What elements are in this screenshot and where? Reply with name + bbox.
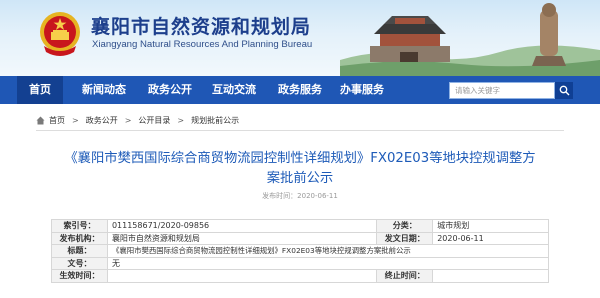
doc-number-label: 文号：	[51, 256, 108, 270]
table-row: 索引号： 011158671/2020-09856 分类： 城市规划	[51, 219, 549, 233]
effective-date-label: 生效时间：	[51, 269, 108, 283]
home-icon	[36, 116, 45, 124]
expiry-date-label: 终止时间：	[376, 269, 434, 283]
city-gate-scenery	[340, 3, 600, 76]
breadcrumb-separator: >	[177, 115, 185, 125]
doc-number-value: 无	[106, 256, 550, 270]
expiry-date-value	[432, 269, 549, 283]
nav-interaction[interactable]: 互动交流	[205, 76, 263, 104]
nav-office-services[interactable]: 办事服务	[333, 76, 391, 104]
table-row: 文号： 无	[51, 256, 550, 270]
breadcrumb-government-affairs[interactable]: 政务公开	[86, 115, 118, 126]
table-row: 生效时间： 终止时间：	[51, 269, 549, 283]
breadcrumb-separator: >	[72, 115, 79, 125]
breadcrumb-home[interactable]: 首页	[49, 115, 65, 126]
article-title: 《襄阳市樊西国际综合商贸物流园控制性详细规划》FX02E03等地块控规调整方案批…	[64, 151, 536, 186]
breadcrumb: 首页 > 政务公开 > 公开目录 > 规划批前公示	[36, 112, 239, 128]
category-label: 分类：	[376, 219, 434, 233]
effective-date-value	[106, 269, 378, 283]
category-value: 城市规划	[432, 219, 549, 233]
national-emblem-icon	[40, 12, 80, 56]
search-button[interactable]	[555, 82, 573, 99]
issue-date-label: 发文日期：	[376, 231, 434, 245]
search-input[interactable]: 请输入关键字	[449, 82, 555, 99]
document-info-table: 索引号： 011158671/2020-09856 分类： 城市规划 发布机构：…	[51, 219, 550, 283]
index-value: 011158671/2020-09856	[106, 219, 378, 233]
subject-value: 《襄阳市樊西国际综合商贸物流园控制性详细规划》FX02E03等地块控规调整方案批…	[106, 244, 550, 258]
table-row: 标题： 《襄阳市樊西国际综合商贸物流园控制性详细规划》FX02E03等地块控规调…	[51, 244, 550, 258]
search-icon	[559, 85, 569, 96]
index-label: 索引号：	[51, 219, 108, 233]
publisher-value: 襄阳市自然资源和规划局	[106, 231, 378, 245]
nav-government-services[interactable]: 政务服务	[271, 76, 329, 104]
nav-news[interactable]: 新闻动态	[75, 76, 133, 104]
site-title: 襄阳市自然资源和规划局	[91, 16, 312, 38]
breadcrumb-current[interactable]: 规划批前公示	[191, 115, 239, 126]
subject-label: 标题：	[51, 244, 108, 258]
publisher-label: 发布机构：	[51, 231, 108, 245]
article-date: 发布时间：2020-06-11	[262, 192, 338, 200]
breadcrumb-separator: >	[124, 115, 132, 125]
table-row: 发布机构： 襄阳市自然资源和规划局 发文日期： 2020-06-11	[51, 231, 549, 245]
breadcrumb-catalog[interactable]: 公开目录	[138, 115, 170, 126]
nav-government-affairs[interactable]: 政务公开	[141, 76, 199, 104]
breadcrumb-divider	[36, 130, 564, 131]
nav-home[interactable]: 首页	[17, 76, 63, 104]
site-subtitle: Xiangyang Natural Resources And Planning…	[92, 39, 313, 50]
header-banner: 襄阳市自然资源和规划局 Xiangyang Natural Resources …	[0, 0, 600, 76]
issue-date-value: 2020-06-11	[432, 231, 549, 245]
